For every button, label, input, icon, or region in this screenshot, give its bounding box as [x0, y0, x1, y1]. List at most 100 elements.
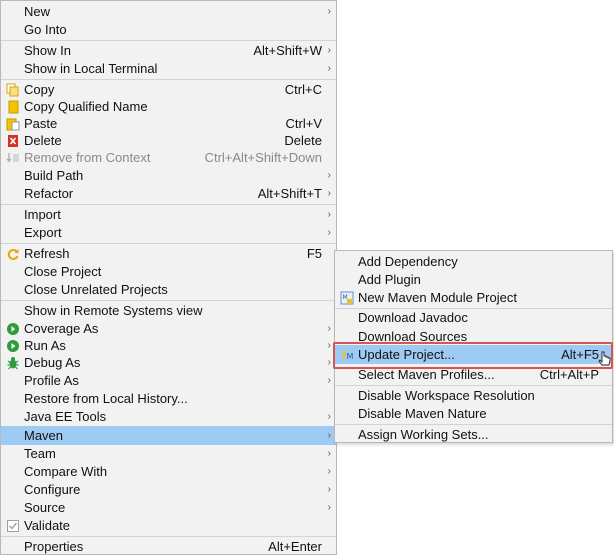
submenu-item-download-javadoc[interactable]: Download Javadoc	[335, 309, 612, 327]
submenu-arrow-icon: ›	[327, 448, 331, 459]
menu-item-label: Show In	[24, 43, 71, 58]
submenu-arrow-icon: ›	[327, 357, 331, 368]
menu-item-shortcut: Ctrl+Alt+Shift+Down	[204, 150, 322, 165]
submenu-item-assign-working-sets[interactable]: Assign Working Sets...	[335, 426, 612, 444]
menu-item-delete[interactable]: Delete Delete	[1, 132, 336, 150]
menu-item-label: Run As	[24, 338, 66, 353]
menu-separator	[335, 385, 612, 386]
validate-checkbox-icon	[7, 520, 19, 532]
menu-separator	[1, 79, 336, 80]
submenu-arrow-icon: ›	[327, 45, 331, 56]
menu-separator	[1, 243, 336, 244]
menu-item-label: Add Dependency	[358, 254, 458, 269]
menu-item-show-in-local-terminal[interactable]: Show in Local Terminal ›	[1, 60, 336, 78]
svg-text:M: M	[347, 352, 354, 361]
menu-item-label: Add Plugin	[358, 272, 421, 287]
menu-item-validate[interactable]: Validate	[1, 517, 336, 535]
menu-item-show-in-remote-systems-view[interactable]: Show in Remote Systems view	[1, 302, 336, 320]
menu-item-compare-with[interactable]: Compare With ›	[1, 463, 336, 481]
submenu-item-select-maven-profiles[interactable]: Select Maven Profiles... Ctrl+Alt+P	[335, 366, 612, 384]
menu-item-shortcut: Delete	[284, 133, 322, 148]
menu-item-label: Build Path	[24, 168, 84, 183]
menu-item-label: Download Javadoc	[358, 310, 468, 325]
remove-from-context-icon	[6, 153, 19, 163]
maven-module-icon: M	[340, 291, 354, 305]
menu-item-label: Assign Working Sets...	[358, 427, 489, 442]
maven-submenu: Add Dependency Add Plugin M New Maven Mo…	[334, 250, 613, 443]
menu-item-profile-as[interactable]: Profile As ›	[1, 372, 336, 390]
menu-item-label: Paste	[24, 116, 58, 131]
submenu-item-new-maven-module-project[interactable]: M New Maven Module Project	[335, 289, 612, 307]
submenu-arrow-icon: ›	[327, 502, 331, 513]
menu-item-copy[interactable]: Copy Ctrl+C	[1, 81, 336, 99]
submenu-arrow-icon: ›	[327, 227, 331, 238]
mouse-cursor-icon	[598, 351, 611, 366]
menu-item-debug-as[interactable]: Debug As ›	[1, 354, 336, 372]
menu-item-import[interactable]: Import ›	[1, 206, 336, 224]
menu-item-run-as[interactable]: Run As ›	[1, 337, 336, 355]
submenu-item-download-sources[interactable]: Download Sources	[335, 328, 612, 346]
menu-item-label: Close Project	[24, 264, 102, 279]
menu-item-label: Show in Local Terminal	[24, 61, 158, 76]
menu-separator	[1, 300, 336, 301]
menu-item-team[interactable]: Team ›	[1, 445, 336, 463]
menu-item-label: Import	[24, 207, 61, 222]
delete-icon	[8, 135, 18, 147]
menu-item-label: Delete	[24, 133, 62, 148]
menu-item-label: Close Unrelated Projects	[24, 282, 168, 297]
menu-item-label: Copy	[24, 82, 55, 97]
submenu-arrow-icon: ›	[327, 323, 331, 334]
menu-item-export[interactable]: Export ›	[1, 224, 336, 242]
debug-bug-icon	[7, 357, 19, 370]
menu-separator	[1, 204, 336, 205]
coverage-icon	[7, 323, 19, 335]
menu-item-properties[interactable]: Properties Alt+Enter	[1, 538, 336, 556]
menu-item-shortcut: Ctrl+V	[285, 116, 322, 131]
submenu-item-add-dependency[interactable]: Add Dependency	[335, 253, 612, 271]
menu-item-new[interactable]: New ›	[1, 3, 336, 21]
menu-item-go-into[interactable]: Go Into	[1, 21, 336, 39]
menu-separator	[1, 536, 336, 537]
copy-icon	[6, 83, 19, 97]
menu-item-label: Profile As	[24, 373, 79, 388]
menu-item-source[interactable]: Source ›	[1, 499, 336, 517]
menu-item-maven[interactable]: Maven ›	[1, 426, 336, 445]
menu-item-label: Download Sources	[358, 329, 468, 344]
submenu-arrow-icon: ›	[327, 63, 331, 74]
menu-item-label: Java EE Tools	[24, 409, 107, 424]
menu-item-coverage-as[interactable]: Coverage As ›	[1, 320, 336, 338]
menu-item-label: Maven	[24, 428, 64, 443]
menu-item-build-path[interactable]: Build Path ›	[1, 167, 336, 185]
menu-item-label: Go Into	[24, 22, 67, 37]
submenu-item-update-project[interactable]: M Update Project... Alt+F5	[335, 345, 612, 364]
submenu-item-add-plugin[interactable]: Add Plugin	[335, 271, 612, 289]
menu-item-label: Refresh	[24, 246, 70, 261]
menu-item-refactor[interactable]: Refactor Alt+Shift+T ›	[1, 185, 336, 203]
menu-item-label: Disable Maven Nature	[358, 406, 487, 421]
submenu-item-disable-workspace-resolution[interactable]: Disable Workspace Resolution	[335, 387, 612, 405]
context-menu: New › Go Into Show In Alt+Shift+W › Show in…	[0, 0, 337, 555]
menu-item-configure[interactable]: Configure ›	[1, 481, 336, 499]
menu-item-label: New	[24, 4, 51, 19]
submenu-item-disable-maven-nature[interactable]: Disable Maven Nature	[335, 405, 612, 423]
copy-qualified-name-icon	[8, 100, 19, 114]
menu-item-show-in[interactable]: Show In Alt+Shift+W ›	[1, 42, 336, 60]
menu-item-remove-from-context[interactable]: Remove from Context Ctrl+Alt+Shift+Down	[1, 149, 336, 167]
menu-item-label: Copy Qualified Name	[24, 99, 148, 114]
menu-item-label: Update Project...	[358, 347, 455, 362]
menu-item-shortcut: Alt+Enter	[268, 539, 322, 554]
menu-item-close-project[interactable]: Close Project	[1, 263, 336, 281]
svg-text:M: M	[343, 294, 348, 301]
menu-item-refresh[interactable]: Refresh F5	[1, 245, 336, 263]
menu-item-label: Remove from Context	[24, 150, 151, 165]
submenu-arrow-icon: ›	[327, 6, 331, 17]
menu-item-shortcut: Alt+Shift+T	[257, 186, 322, 201]
menu-item-label: Refactor	[24, 186, 74, 201]
menu-item-java-ee-tools[interactable]: Java EE Tools ›	[1, 408, 336, 426]
menu-item-label: Select Maven Profiles...	[358, 367, 495, 382]
menu-item-paste[interactable]: Paste Ctrl+V	[1, 115, 336, 133]
menu-item-label: Compare With	[24, 464, 108, 479]
menu-item-restore-from-local-history[interactable]: Restore from Local History...	[1, 390, 336, 408]
menu-item-copy-qualified-name[interactable]: Copy Qualified Name	[1, 98, 336, 116]
menu-item-close-unrelated-projects[interactable]: Close Unrelated Projects	[1, 281, 336, 299]
